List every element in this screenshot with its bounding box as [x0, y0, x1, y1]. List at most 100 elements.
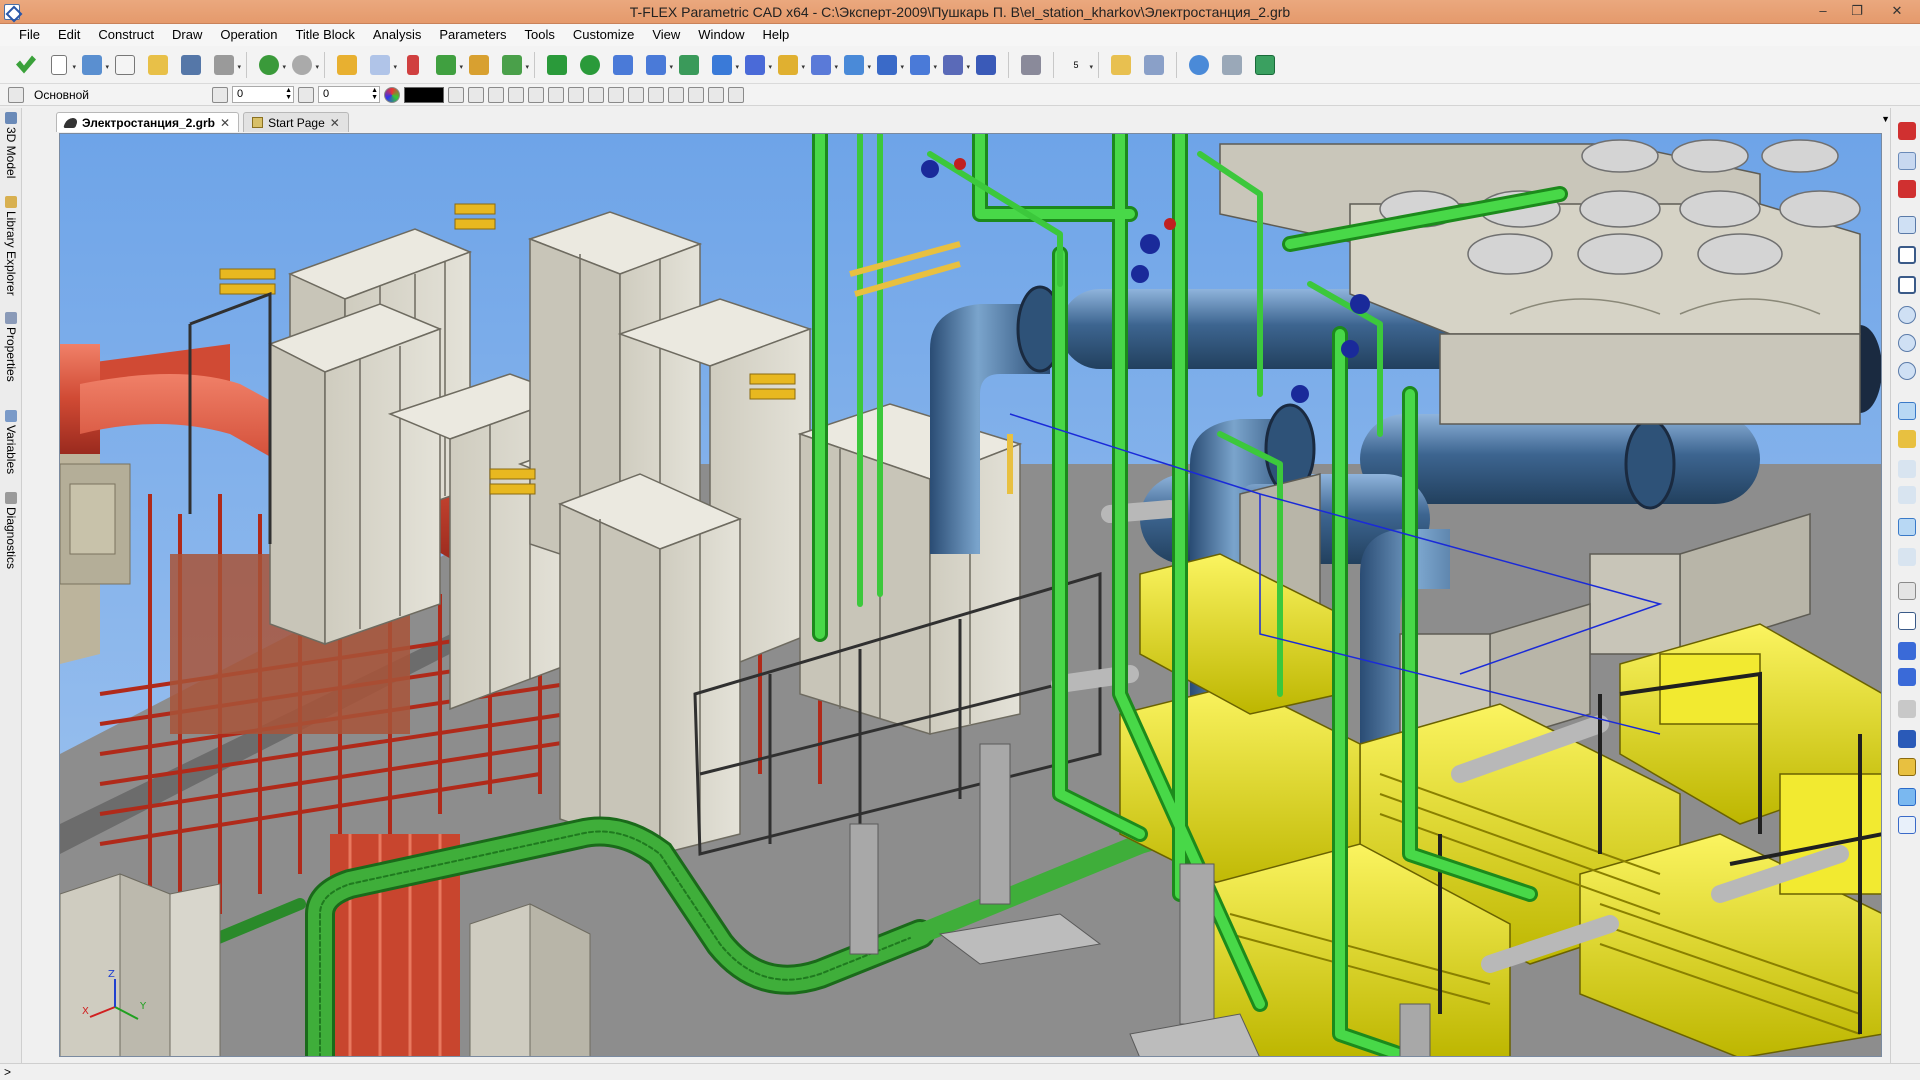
3d-path-icon[interactable]	[465, 51, 493, 79]
pan-view-icon[interactable]	[1898, 430, 1916, 448]
menu-tools[interactable]: Tools	[516, 25, 564, 45]
3d-node-icon[interactable]: ▾	[432, 51, 463, 79]
zoom-out-icon[interactable]	[1898, 334, 1916, 352]
window-icon[interactable]	[1251, 51, 1279, 79]
menu-help[interactable]: Help	[754, 25, 799, 45]
zoom-previous-icon[interactable]	[1898, 362, 1916, 380]
tab-variables[interactable]: Variables	[2, 410, 20, 474]
front-view-icon[interactable]	[1898, 788, 1916, 806]
snap-grid-icon[interactable]	[668, 86, 684, 103]
menu-file[interactable]: File	[10, 25, 49, 45]
fillet-icon[interactable]: ▾	[774, 51, 805, 79]
menu-construct[interactable]: Construct	[89, 25, 163, 45]
snap-node-icon[interactable]	[508, 86, 524, 103]
menu-edit[interactable]: Edit	[49, 25, 89, 45]
minimize-button[interactable]: –	[1806, 0, 1840, 22]
shell-icon[interactable]: ▾	[840, 51, 871, 79]
report-icon[interactable]	[1140, 51, 1168, 79]
snap-line-icon[interactable]	[528, 86, 544, 103]
filter-icon[interactable]	[448, 86, 464, 103]
layer-icon[interactable]	[8, 86, 24, 103]
shaded-view-icon[interactable]	[1898, 642, 1916, 660]
shield-icon[interactable]	[1017, 51, 1045, 79]
tab-diagnostics[interactable]: Diagnostics	[2, 492, 20, 569]
priority-input[interactable]: 0 ▲ ▼	[318, 86, 380, 103]
snap-intersection-icon[interactable]	[688, 86, 704, 103]
magnet-off-icon[interactable]	[1898, 180, 1916, 198]
grid-icon[interactable]	[1898, 612, 1916, 630]
workplane-icon[interactable]: ▾	[366, 51, 397, 79]
tab-library-explorer[interactable]: Library Explorer	[2, 196, 20, 296]
lcs-icon[interactable]	[399, 51, 427, 79]
tab-list-dropdown-icon[interactable]: ▼	[1881, 114, 1890, 124]
snap-settings-icon[interactable]	[1898, 152, 1916, 170]
snap-axis-icon[interactable]	[648, 86, 664, 103]
redo-icon[interactable]: ▾	[288, 51, 319, 79]
dimension-icon[interactable]: 5 ▾	[1062, 51, 1093, 79]
selector-icon[interactable]	[468, 86, 484, 103]
sweep-icon[interactable]	[675, 51, 703, 79]
save-icon[interactable]	[177, 51, 205, 79]
tools-icon[interactable]	[1218, 51, 1246, 79]
menu-customize[interactable]: Customize	[564, 25, 643, 45]
measure-icon[interactable]	[1107, 51, 1135, 79]
boolean-icon[interactable]	[609, 51, 637, 79]
zoom-in-icon[interactable]	[1898, 306, 1916, 324]
select-body-icon[interactable]	[708, 86, 724, 103]
snap-edge-icon[interactable]	[588, 86, 604, 103]
profile-icon[interactable]: ▾	[498, 51, 529, 79]
tab-start-page[interactable]: Start Page ✕	[243, 112, 349, 132]
maximize-button[interactable]: ❐	[1840, 0, 1874, 22]
zoom-window-icon[interactable]	[1898, 216, 1916, 234]
close-button[interactable]: ✕	[1874, 0, 1920, 22]
menu-analysis[interactable]: Analysis	[364, 25, 430, 45]
snap-icon[interactable]	[488, 86, 504, 103]
rotation-icon[interactable]	[576, 51, 604, 79]
close-tab-icon[interactable]: ✕	[330, 116, 340, 130]
orbit-icon[interactable]	[1898, 460, 1916, 478]
top-view-icon[interactable]	[1898, 758, 1916, 776]
extrusion-icon[interactable]	[543, 51, 571, 79]
tab-properties[interactable]: Properties	[2, 312, 20, 382]
tab-power-station-document[interactable]: Электростанция_2.grb ✕	[56, 112, 240, 132]
menu-title-block[interactable]: Title Block	[286, 25, 363, 45]
snap-point-icon[interactable]	[548, 86, 564, 103]
layer-selector[interactable]: Основной	[28, 88, 208, 102]
array-icon[interactable]: ▾	[741, 51, 772, 79]
open-folder-icon[interactable]	[144, 51, 172, 79]
rotate-view-icon[interactable]	[1898, 402, 1916, 420]
level-input[interactable]: 0 ▲ ▼	[232, 86, 294, 103]
print-icon[interactable]: ▾	[210, 51, 241, 79]
color-selector[interactable]	[404, 86, 444, 103]
link-icon[interactable]	[1185, 51, 1213, 79]
menu-parameters[interactable]: Parameters	[430, 25, 515, 45]
wireframe-view-icon[interactable]	[1898, 668, 1916, 686]
body-icon[interactable]	[972, 51, 1000, 79]
look-around-icon[interactable]	[1898, 518, 1916, 536]
copy-view-icon[interactable]	[1898, 582, 1916, 600]
chamfer-icon[interactable]: ▾	[807, 51, 838, 79]
hidden-lines-icon[interactable]	[1898, 700, 1916, 718]
snap-vertex-icon[interactable]	[628, 86, 644, 103]
iso-view-icon[interactable]	[1898, 730, 1916, 748]
new-document-button[interactable]: ▾	[45, 51, 76, 79]
magnet-icon[interactable]	[1898, 122, 1916, 140]
fragment-icon[interactable]: ▾	[939, 51, 970, 79]
walk-icon[interactable]	[1898, 486, 1916, 504]
sketch-icon[interactable]	[333, 51, 361, 79]
menu-operation[interactable]: Operation	[211, 25, 286, 45]
3d-viewport[interactable]: Z X Y	[59, 133, 1882, 1057]
tab-3d-model[interactable]: 3D Model	[2, 112, 20, 178]
menu-draw[interactable]: Draw	[163, 25, 211, 45]
close-tab-icon[interactable]: ✕	[220, 116, 230, 130]
section-icon[interactable]: ▾	[906, 51, 937, 79]
loft-icon[interactable]: ▾	[642, 51, 673, 79]
pipe-icon[interactable]: ▾	[708, 51, 739, 79]
check-icon[interactable]	[12, 51, 40, 79]
new-drawing-button[interactable]	[111, 51, 139, 79]
3d-model-scene[interactable]: Z X Y	[60, 134, 1882, 1057]
select-all-icon[interactable]	[728, 86, 744, 103]
side-view-icon[interactable]	[1898, 816, 1916, 834]
snap-center-icon[interactable]	[568, 86, 584, 103]
fit-view-icon[interactable]	[1898, 276, 1916, 294]
